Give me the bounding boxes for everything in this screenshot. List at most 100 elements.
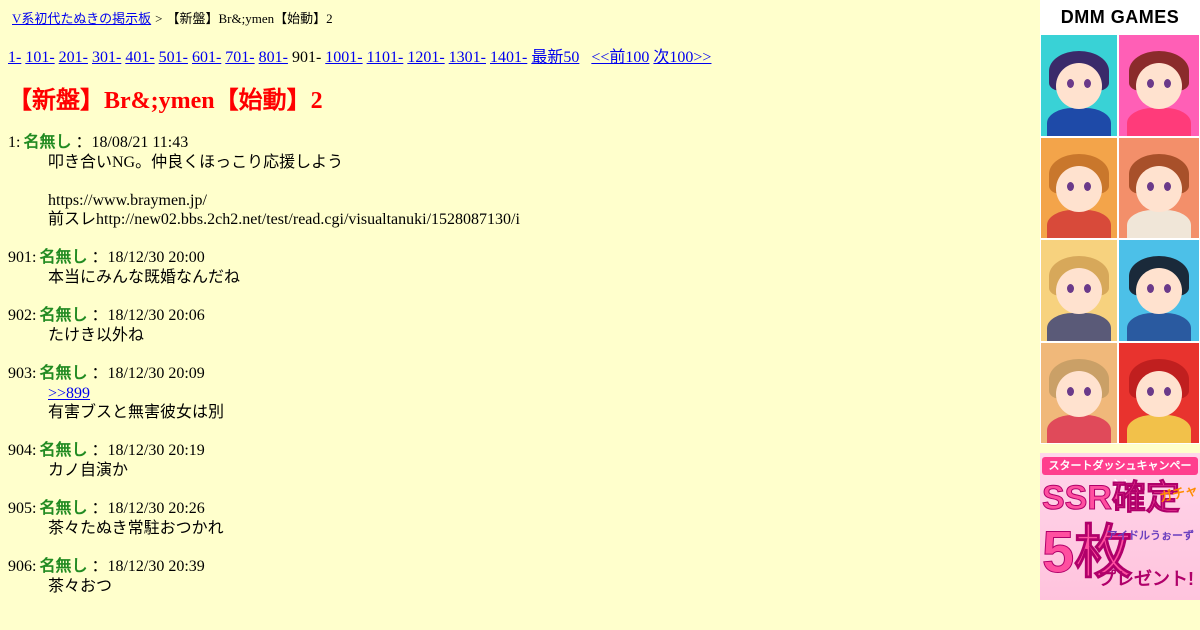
post-author: 名無し — [39, 442, 88, 459]
post-date: ：18/12/30 20:06 — [91, 307, 205, 324]
ad-character-tile[interactable] — [1040, 34, 1118, 137]
post: 902: 名無し ：18/12/30 20:06 たけき以外ね — [8, 306, 1028, 364]
post-number: 904: — [8, 442, 37, 459]
character-eye-shape — [1147, 181, 1154, 191]
character-face-shape — [1136, 268, 1182, 315]
ad-character-tile[interactable] — [1040, 136, 1118, 239]
ad-character-tile[interactable] — [1118, 239, 1200, 342]
post: 1: 名無し ：18/08/21 11:43 叩き合いNG。仲良くほっこり応援しよう h… — [8, 133, 1028, 248]
page-navigation: 1- 101- 201- 301- 401- 501- 601- 701- 801- 901- 10… — [8, 48, 715, 68]
post-spacer — [8, 422, 1028, 441]
character-outfit-shape — [1127, 210, 1191, 239]
post-author: 名無し — [39, 558, 88, 575]
pager-link[interactable]: 1201- — [407, 49, 444, 66]
pager-link[interactable]: 401- — [125, 49, 154, 66]
post-header: 902: 名無し ：18/12/30 20:06 — [8, 306, 1028, 326]
breadcrumb: V系初代たぬきの掲示板 > 【新盤】Br&;ymen【始動】2 — [12, 11, 333, 27]
ad-character-tile[interactable] — [1118, 136, 1200, 239]
post-author: 名無し — [39, 249, 88, 266]
ad-character-grid[interactable] — [1040, 34, 1200, 444]
post-date: ：18/12/30 20:19 — [91, 442, 205, 459]
character-outfit-shape — [1047, 312, 1111, 341]
ad-character-tile[interactable] — [1040, 341, 1118, 444]
pager-link[interactable]: 301- — [92, 49, 121, 66]
ad-campaign-banner[interactable]: スタートダッシュキャンペーン! SSR確定 ガチャ 5枚 アイドルうぉーず プレ… — [1040, 453, 1200, 600]
pager-current-page: 901- — [291, 49, 322, 66]
post: 905: 名無し ：18/12/30 20:26 茶々たぬき常駐おつかれ — [8, 499, 1028, 557]
thread-title: 【新盤】Br&;ymen【始動】2 — [8, 88, 323, 114]
pager-link[interactable]: 701- — [225, 49, 254, 66]
dmm-games-logo[interactable]: DMM GAMES — [1040, 0, 1200, 34]
post-number: 1: — [8, 134, 21, 151]
character-outfit-shape — [1127, 312, 1191, 341]
character-eye-shape — [1164, 181, 1171, 191]
board-link[interactable]: V系初代たぬきの掲示板 — [12, 11, 151, 26]
pager-prev-link[interactable]: <<前100 — [591, 49, 649, 66]
post-body: 茶々たぬき常駐おつかれ — [48, 519, 1028, 538]
character-eye-shape — [1067, 386, 1074, 396]
breadcrumb-separator: > — [155, 11, 163, 26]
ad-sidebar[interactable]: DMM GAMES スタートダッシュキャンペーン! SSR確定 ガチャ 5枚 ア… — [1040, 0, 1200, 630]
pager-link[interactable]: 601- — [192, 49, 221, 66]
pager-link[interactable]: 1001- — [325, 49, 362, 66]
character-face-shape — [1056, 63, 1102, 110]
pager-link[interactable]: 1101- — [367, 49, 404, 66]
post-author: 名無し — [39, 500, 88, 517]
pager-next-link[interactable]: 次100>> — [653, 49, 711, 66]
ad-character-tile[interactable] — [1118, 34, 1200, 137]
character-face-shape — [1056, 268, 1102, 315]
post-body: >>899 有害ブスと無害彼女は別 — [48, 384, 1028, 422]
post-body: 叩き合いNG。仲良くほっこり応援しよう https://www.braymen.j… — [48, 153, 1028, 229]
post-header: 901: 名無し ：18/12/30 20:00 — [8, 248, 1028, 268]
character-outfit-shape — [1127, 415, 1191, 444]
post-header: 903: 名無し ：18/12/30 20:09 — [8, 364, 1028, 384]
post-list: 1: 名無し ：18/08/21 11:43 叩き合いNG。仲良くほっこり応援しよう h… — [8, 133, 1028, 615]
character-face-shape — [1136, 370, 1182, 417]
pager-link[interactable]: 501- — [159, 49, 188, 66]
post-header: 1: 名無し ：18/08/21 11:43 — [8, 133, 1028, 153]
pager-latest-link[interactable]: 最新50 — [531, 49, 579, 66]
post: 906: 名無し ：18/12/30 20:39 茶々おつ — [8, 557, 1028, 615]
character-eye-shape — [1147, 386, 1154, 396]
pager-link[interactable]: 1401- — [490, 49, 527, 66]
post-number: 902: — [8, 307, 37, 324]
character-eye-shape — [1164, 386, 1171, 396]
banner-campaign-label: スタートダッシュキャンペーン! — [1042, 457, 1198, 490]
character-face-shape — [1056, 165, 1102, 212]
post-text-line: カノ自演か — [48, 462, 129, 479]
character-face-shape — [1136, 165, 1182, 212]
ad-character-tile[interactable] — [1040, 239, 1118, 342]
post-spacer — [8, 345, 1028, 364]
post-text-line: 叩き合いNG。仲良くほっこり応援しよう — [48, 154, 344, 171]
banner-game-name: アイドルうぉーず — [1106, 530, 1194, 542]
character-face-shape — [1056, 370, 1102, 417]
post-body: 茶々おつ — [48, 577, 1028, 596]
pager-link[interactable]: 801- — [259, 49, 288, 66]
character-outfit-shape — [1047, 107, 1111, 136]
post-author: 名無し — [39, 307, 88, 324]
post-text-line: https://www.braymen.jp/ — [48, 192, 207, 209]
post-header: 905: 名無し ：18/12/30 20:26 — [8, 499, 1028, 519]
character-outfit-shape — [1047, 415, 1111, 444]
pager-link[interactable]: 1301- — [449, 49, 486, 66]
post: 903: 名無し ：18/12/30 20:09 >>899 有害ブスと無害彼女は別 — [8, 364, 1028, 441]
post-number: 905: — [8, 500, 37, 517]
post-header: 906: 名無し ：18/12/30 20:39 — [8, 557, 1028, 577]
post-number: 906: — [8, 558, 37, 575]
post-text-line: 本当にみんな既婚なんだね — [48, 269, 241, 286]
post-anchor-line: >>899 — [48, 384, 1028, 403]
post-text-line: 有害ブスと無害彼女は別 — [48, 404, 225, 421]
post-text-line: 茶々たぬき常駐おつかれ — [48, 520, 224, 537]
post-text-line: たけき以外ね — [48, 327, 145, 344]
reply-anchor-link[interactable]: >>899 — [48, 385, 90, 402]
character-outfit-shape — [1127, 107, 1191, 136]
post-spacer — [8, 596, 1028, 615]
pager-link[interactable]: 101- — [25, 49, 54, 66]
post-number: 901: — [8, 249, 37, 266]
ad-character-tile[interactable] — [1118, 341, 1200, 444]
pager-link[interactable]: 201- — [59, 49, 88, 66]
pager-link[interactable]: 1- — [8, 49, 21, 66]
post-date: ：18/12/30 20:26 — [91, 500, 205, 517]
banner-present-text: プレゼント! — [1098, 569, 1194, 589]
